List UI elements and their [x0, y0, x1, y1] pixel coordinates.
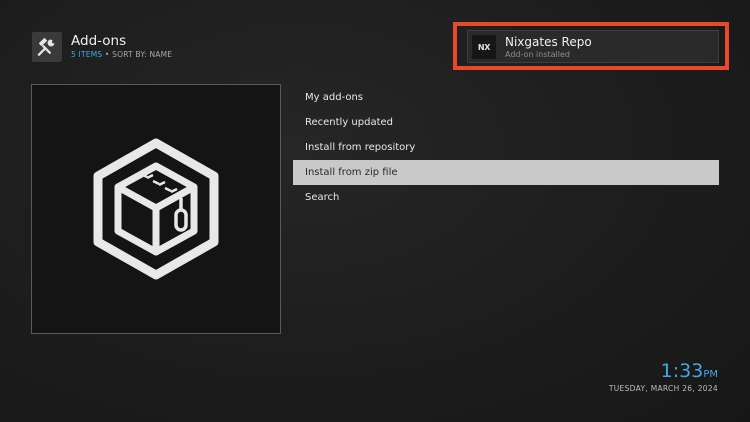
- menu-item-install-from-zip[interactable]: Install from zip file: [293, 160, 719, 185]
- zip-box-icon: [31, 84, 281, 334]
- kodi-addons-screen: Add-ons 5 ITEMS • SORT BY: NAME NX Nixga…: [0, 0, 750, 422]
- clock-time: 1:33: [660, 360, 704, 382]
- clock-ampm: PM: [703, 369, 718, 380]
- page-title: Add-ons: [71, 33, 127, 49]
- page-subtitle: 5 ITEMS • SORT BY: NAME: [71, 50, 172, 59]
- clock-date: TUESDAY, MARCH 26, 2024: [608, 384, 718, 393]
- addons-menu: My add-ons Recently updated Install from…: [293, 85, 719, 210]
- tools-icon: [32, 32, 62, 62]
- menu-item-recently-updated[interactable]: Recently updated: [293, 110, 719, 135]
- sort-label[interactable]: SORT BY: NAME: [112, 50, 172, 59]
- subtitle-separator: •: [104, 50, 110, 59]
- menu-item-search[interactable]: Search: [293, 185, 719, 210]
- highlight-box: [453, 22, 729, 70]
- menu-item-install-from-repository[interactable]: Install from repository: [293, 135, 719, 160]
- menu-item-my-addons[interactable]: My add-ons: [293, 85, 719, 110]
- clock: 1:33PM TUESDAY, MARCH 26, 2024: [609, 360, 718, 393]
- item-count: 5 ITEMS: [71, 50, 103, 59]
